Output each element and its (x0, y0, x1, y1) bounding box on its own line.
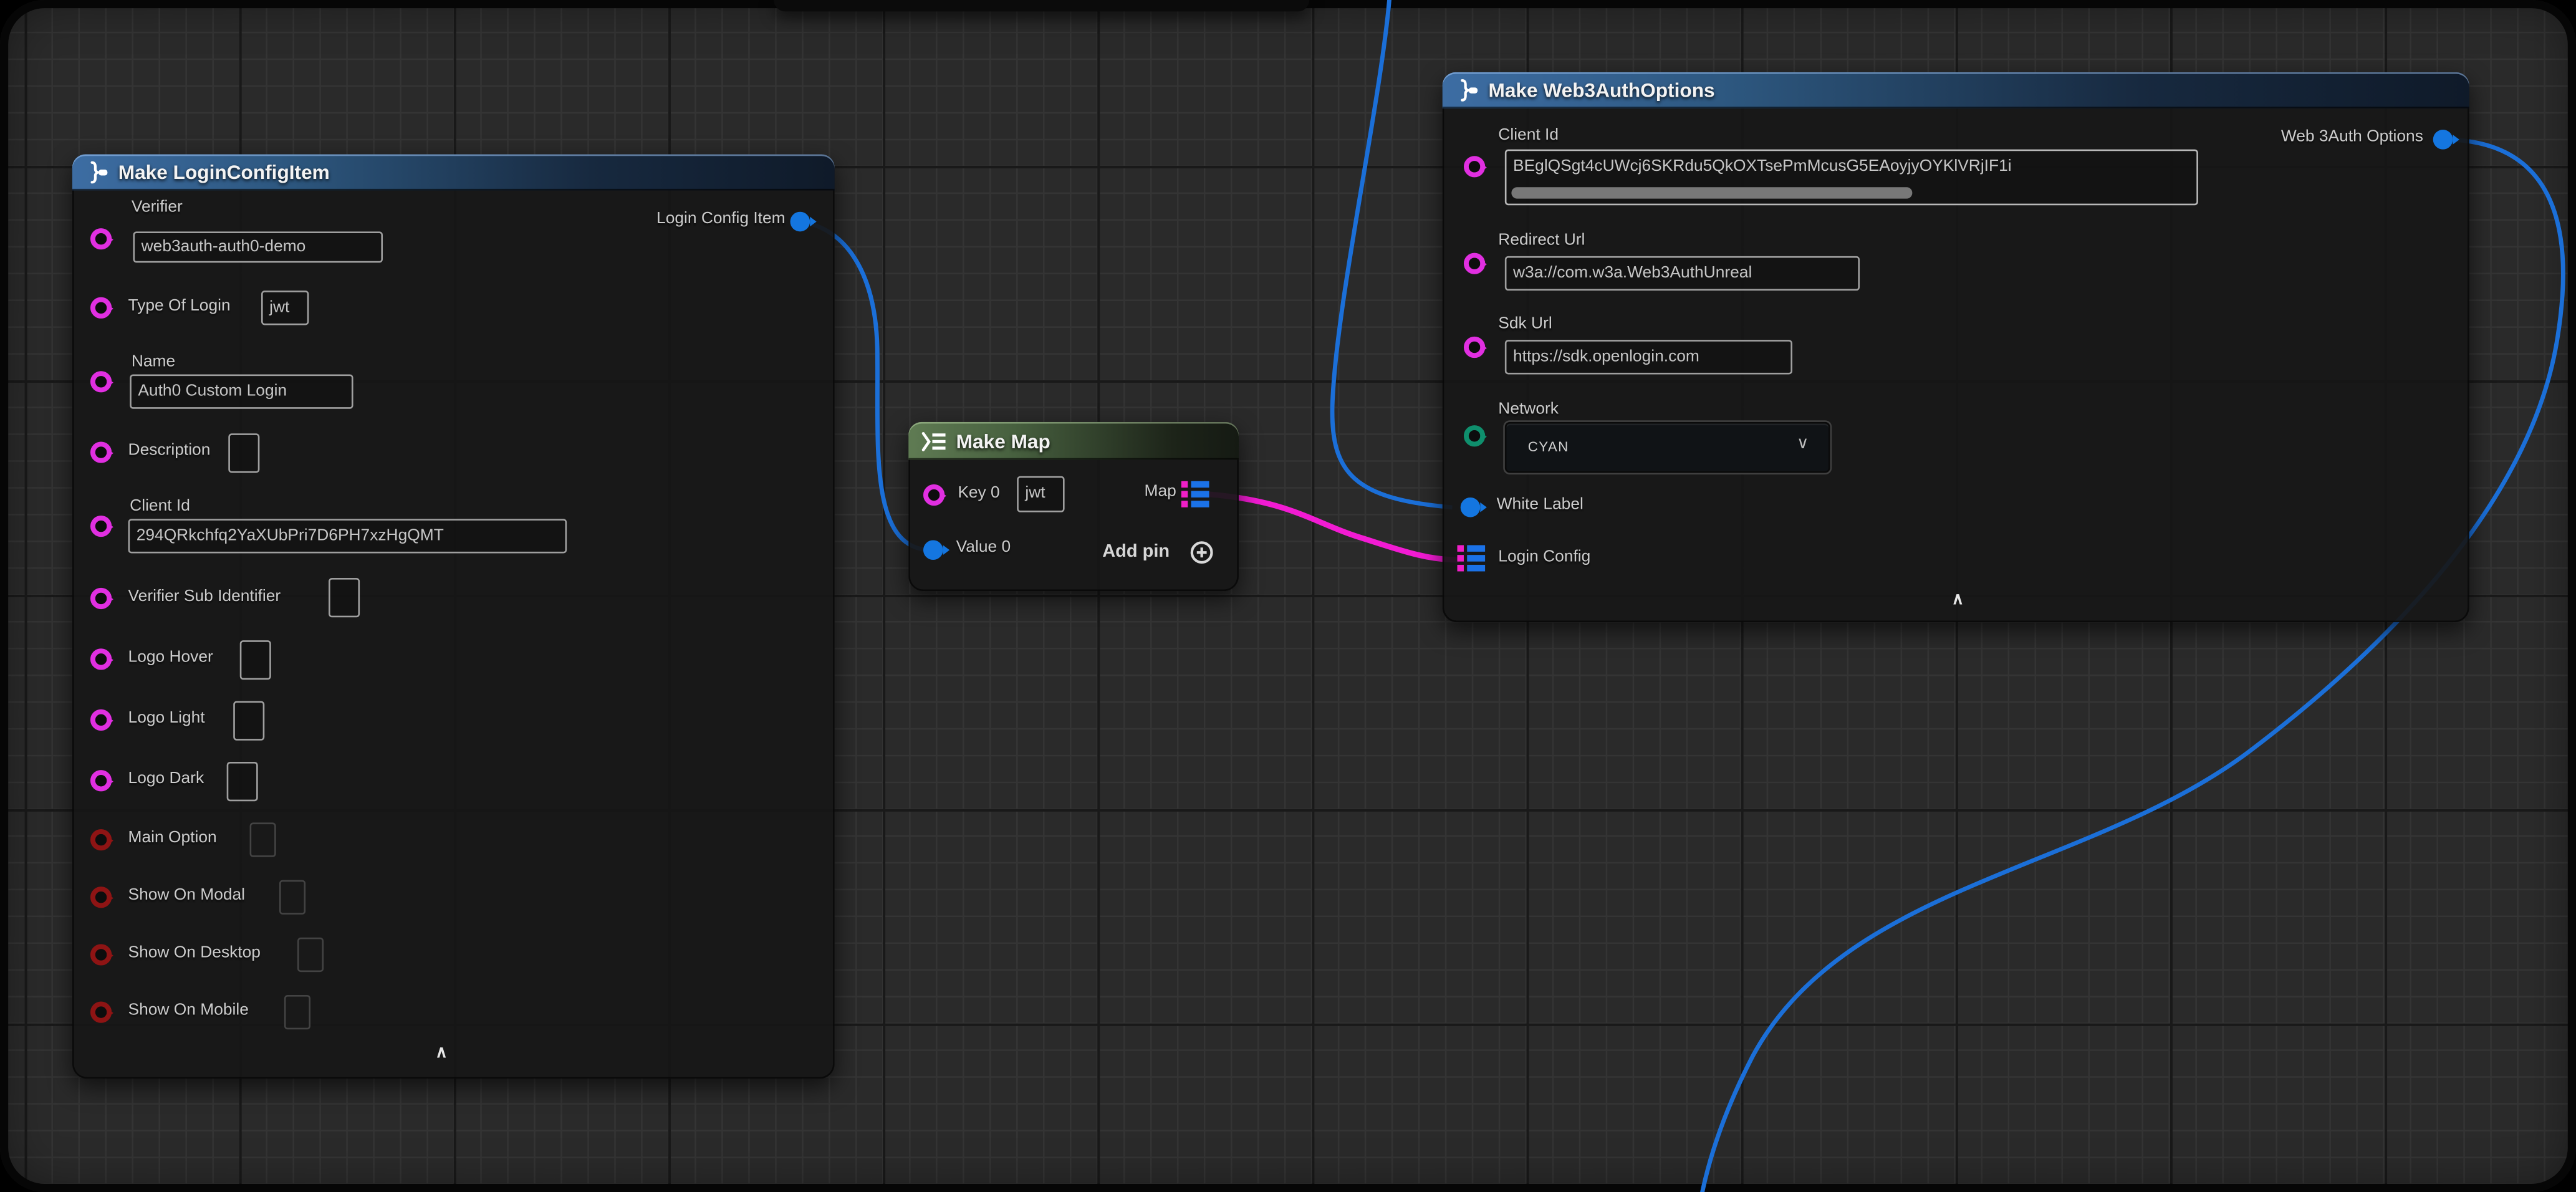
input-pin-show-on-modal[interactable] (90, 887, 112, 908)
show-on-mobile-checkbox[interactable] (284, 995, 310, 1029)
client-id-scrollbar[interactable] (1511, 187, 1912, 198)
node-make-web3authoptions[interactable]: Make Web3AuthOptions Web 3Auth Options C… (1443, 72, 2469, 622)
input-pin-description[interactable] (90, 441, 112, 463)
node-title: Make LoginConfigItem (118, 161, 330, 184)
chevron-down-icon: ∨ (1797, 435, 1809, 453)
pin-label-logo-hover: Logo Hover (128, 648, 213, 666)
make-struct-icon (1456, 79, 1479, 102)
pin-label-client-id: Client Id (130, 497, 190, 516)
input-pin-logo-light[interactable] (90, 709, 112, 731)
description-input[interactable] (228, 433, 259, 473)
pin-label-show-on-mobile: Show On Mobile (128, 1001, 249, 1019)
pin-label-description: Description (128, 441, 211, 459)
pin-label-network: Network (1498, 401, 1559, 419)
pin-label-sdk-url: Sdk Url (1498, 315, 1552, 334)
verifier-sub-identifier-input[interactable] (329, 578, 360, 617)
output-label-login-config-item: Login Config Item (656, 210, 786, 228)
map-pin-icon[interactable] (1457, 545, 1485, 573)
pin-label-value0: Value 0 (956, 539, 1011, 557)
make-map-icon (921, 430, 946, 453)
pin-label-verifier: Verifier (132, 199, 183, 217)
node-header-make-loginconfigitem[interactable]: Make LoginConfigItem (72, 155, 835, 191)
pin-label-verifier-sub-identifier: Verifier Sub Identifier (128, 588, 281, 606)
pin-label-name: Name (132, 353, 175, 371)
input-pin-sdk-url[interactable] (1464, 337, 1485, 358)
input-pin-network[interactable] (1464, 425, 1485, 446)
input-pin-name[interactable] (90, 371, 112, 392)
verifier-input[interactable]: web3auth-auth0-demo (133, 231, 383, 262)
output-pin-web3auth-options[interactable] (2433, 130, 2453, 150)
wire-top-to-whitelabel[interactable] (1332, 0, 1452, 507)
logo-hover-input[interactable] (240, 640, 271, 680)
pin-label-key0: Key 0 (958, 484, 999, 502)
blueprint-graph-viewport: Make LoginConfigItem Login Config Item V… (0, 0, 2576, 1192)
input-pin-logo-hover[interactable] (90, 648, 112, 670)
node-make-map[interactable]: Make Map Key 0 jwt Map Value 0 Add pin (908, 422, 1239, 591)
pin-label-redirect-url: Redirect Url (1498, 231, 1585, 249)
output-pin-login-config-item[interactable] (791, 212, 810, 232)
logo-light-input[interactable] (233, 701, 264, 741)
client-id-input[interactable]: 294QRkchfq2YaXUbPri7D6PH7xzHgQMT (128, 519, 567, 553)
pin-label-white-label: White Label (1497, 496, 1584, 514)
offscreen-node-bottom-edge[interactable] (774, 0, 1309, 11)
input-pin-show-on-desktop[interactable] (90, 944, 112, 965)
show-on-desktop-checkbox[interactable] (297, 938, 324, 972)
blueprint-canvas[interactable]: Make LoginConfigItem Login Config Item V… (0, 0, 2576, 1192)
node-title: Make Map (956, 430, 1050, 453)
pin-label-logo-light: Logo Light (128, 709, 205, 728)
output-label-map: Map (1145, 483, 1176, 501)
pin-label-login-config: Login Config (1498, 549, 1590, 567)
chevron-up-icon[interactable]: ∧ (435, 1046, 447, 1062)
pin-label-show-on-desktop: Show On Desktop (128, 944, 261, 962)
chevron-up-icon[interactable]: ∧ (1952, 593, 1964, 609)
input-pin-client-id[interactable] (1464, 156, 1485, 177)
wire-map-to-loginconfig[interactable] (1208, 494, 1459, 560)
input-pin-redirect-url[interactable] (1464, 253, 1485, 274)
type-of-login-input[interactable]: jwt (261, 291, 309, 325)
pin-label-show-on-modal: Show On Modal (128, 887, 246, 905)
key0-input[interactable]: jwt (1017, 476, 1064, 512)
input-pin-client-id[interactable] (90, 516, 112, 537)
input-pin-verifier-sub-identifier[interactable] (90, 588, 112, 609)
map-pin-icon[interactable] (1181, 481, 1209, 509)
logo-dark-input[interactable] (227, 762, 258, 801)
redirect-url-input[interactable]: w3a://com.w3a.Web3AuthUnreal (1505, 256, 1860, 291)
network-dropdown[interactable]: CYAN ∨ (1505, 422, 1830, 473)
client-id-value: BEglQSgt4cUWcj6SKRdu5QkOXTsePmMcusG5EAoy… (1513, 158, 2012, 176)
node-title: Make Web3AuthOptions (1488, 79, 1714, 102)
show-on-modal-checkbox[interactable] (279, 880, 305, 915)
pin-label-type-of-login: Type Of Login (128, 297, 231, 315)
input-pin-verifier[interactable] (90, 228, 112, 249)
network-selected-value: CYAN (1528, 438, 1569, 454)
node-header-make-map[interactable]: Make Map (908, 422, 1239, 460)
input-pin-main-option[interactable] (90, 829, 112, 850)
pin-label-client-id: Client Id (1498, 127, 1559, 145)
node-make-loginconfigitem[interactable]: Make LoginConfigItem Login Config Item V… (72, 155, 835, 1079)
input-pin-show-on-mobile[interactable] (90, 1001, 112, 1022)
input-pin-white-label[interactable] (1461, 497, 1481, 517)
client-id-input[interactable]: BEglQSgt4cUWcj6SKRdu5QkOXTsePmMcusG5EAoy… (1505, 150, 2198, 206)
input-pin-value0[interactable] (923, 540, 943, 560)
sdk-url-input[interactable]: https://sdk.openlogin.com (1505, 340, 1792, 374)
main-option-checkbox[interactable] (250, 822, 276, 857)
input-pin-type-of-login[interactable] (90, 297, 112, 319)
pin-label-logo-dark: Logo Dark (128, 770, 204, 788)
make-struct-icon (85, 161, 108, 184)
add-pin-icon[interactable] (1189, 540, 1214, 565)
name-input[interactable]: Auth0 Custom Login (130, 374, 353, 408)
input-pin-logo-dark[interactable] (90, 770, 112, 791)
input-pin-key0[interactable] (923, 484, 944, 506)
add-pin-button[interactable]: Add pin (1102, 542, 1170, 562)
node-header-make-web3authoptions[interactable]: Make Web3AuthOptions (1443, 72, 2469, 108)
output-label-web3auth-options: Web 3Auth Options (2281, 128, 2423, 146)
pin-label-main-option: Main Option (128, 829, 217, 847)
